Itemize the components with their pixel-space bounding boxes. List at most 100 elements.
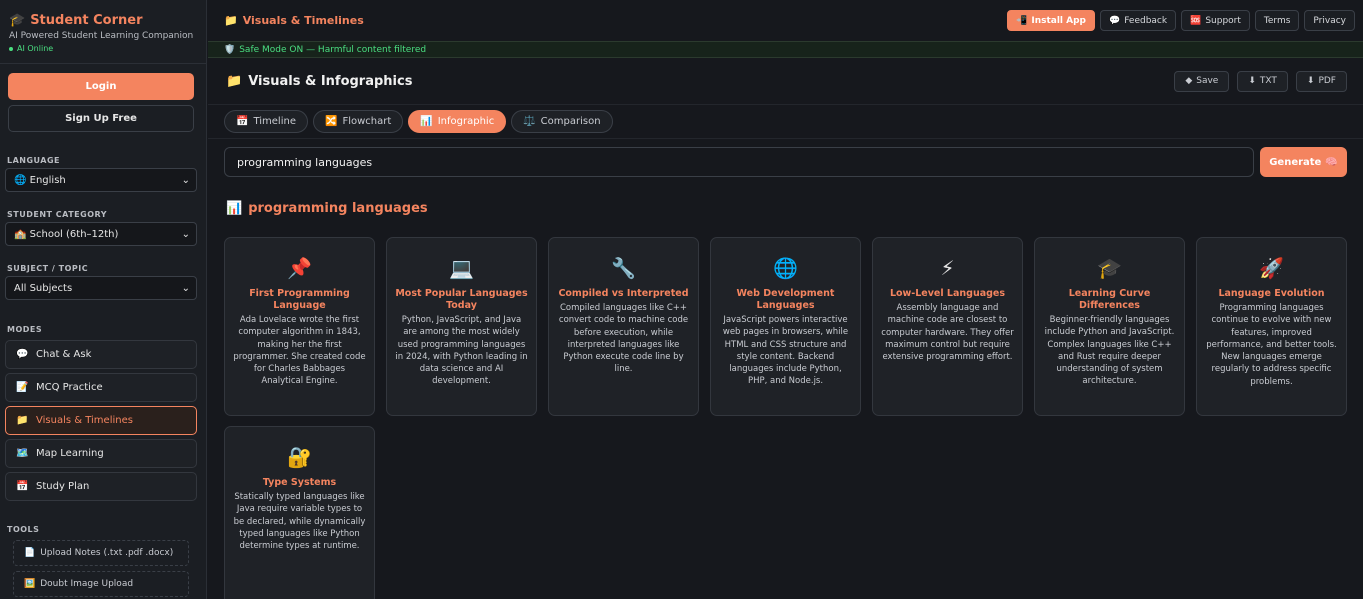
category-section: STUDENT CATEGORY 🏫 School (6th–12th) ⌄ [0, 210, 197, 246]
graduation-cap-icon: 🎓 [1097, 256, 1122, 280]
language-value: English [29, 174, 66, 186]
tab-infographic[interactable]: 📊 Infographic [408, 110, 507, 133]
card-description: Programming languages continue to evolve… [1206, 303, 1337, 387]
card-description: Ada Lovelace wrote the first computer al… [233, 315, 366, 387]
generate-button[interactable]: Generate 🧠 [1260, 147, 1347, 177]
phone-icon: 📲 [1016, 15, 1028, 26]
download-icon: ⬇ [1306, 76, 1315, 86]
lightning-icon: ⚡ [940, 256, 955, 280]
card-title: Language Evolution [1218, 288, 1325, 299]
shuffle-icon: 🔀 [324, 116, 338, 127]
generate-row: programming languages Generate 🧠 [208, 139, 1363, 185]
sidebar: 🎓 Student Corner AI Powered Student Lear… [0, 0, 207, 599]
export-txt-button[interactable]: ⬇ TXT [1237, 70, 1288, 92]
chevron-down-icon: ⌄ [181, 228, 190, 240]
visuals-header: 📁 Visuals & Infographics ◆ Save ⬇ TXT ⬇ … [208, 58, 1363, 105]
brand-title[interactable]: 🎓 Student Corner [9, 13, 197, 28]
feedback-button[interactable]: 💬 Feedback [1100, 10, 1177, 31]
mode-mcq[interactable]: 📝 MCQ Practice [5, 373, 197, 402]
mode-label: Visuals & Timelines [36, 415, 133, 426]
card-title: First Programming Language [249, 288, 350, 311]
infographic-cards: 📌 First Programming Language Ada Lovelac… [224, 237, 1347, 599]
tab-label: Flowchart [342, 116, 392, 127]
mode-label: MCQ Practice [36, 382, 103, 393]
pushpin-icon: 📌 [287, 256, 312, 280]
category-select[interactable]: 🏫 School (6th–12th) ⌄ [5, 222, 197, 246]
signup-button[interactable]: Sign Up Free [8, 105, 194, 132]
speech-icon: 💬 [1109, 15, 1121, 26]
tool-label: Doubt Image Upload [40, 579, 134, 589]
diamond-icon: ◆ [1185, 76, 1193, 86]
card-description: Compiled languages like C++ convert code… [558, 303, 689, 375]
upload-notes-button[interactable]: 📄 Upload Notes (.txt .pdf .docx) [13, 540, 189, 566]
memo-icon: 📝 [16, 382, 29, 393]
export-pdf-button[interactable]: ⬇ PDF [1295, 70, 1347, 92]
infographic-title: 📊 programming languages [226, 200, 1363, 216]
info-card: 💻 Most Popular Languages Today Python, J… [386, 237, 537, 416]
modes-section: MODES 💬 Chat & Ask 📝 MCQ Practice 📁 Visu… [0, 325, 197, 505]
subject-select[interactable]: All Subjects ⌄ [5, 276, 197, 300]
language-select[interactable]: 🌐 English ⌄ [5, 168, 197, 192]
lock-icon: 🔐 [287, 445, 312, 469]
topic-input[interactable]: programming languages [224, 147, 1254, 177]
bar-chart-icon: 📊 [420, 116, 433, 127]
mode-label: Study Plan [36, 481, 90, 492]
mode-map[interactable]: 🗺️ Map Learning [5, 439, 197, 468]
subject-label: SUBJECT / TOPIC [7, 264, 89, 273]
auth-section: Login Sign Up Free [0, 63, 206, 132]
support-button[interactable]: 🆘 Support [1181, 10, 1250, 31]
chevron-down-icon: ⌄ [181, 174, 190, 186]
support-label: Support [1205, 15, 1241, 26]
privacy-button[interactable]: Privacy [1304, 10, 1355, 31]
chevron-down-icon: ⌄ [181, 282, 190, 294]
doubt-image-upload-button[interactable]: 🖼️ Doubt Image Upload [13, 571, 189, 597]
tab-comparison[interactable]: ⚖️ Comparison [511, 110, 613, 133]
main-content: 📁 Visuals & Timelines 📲 Install App 💬 Fe… [208, 0, 1363, 599]
mode-label: Chat & Ask [36, 349, 92, 360]
card-title: Web Development Languages [736, 288, 835, 311]
install-app-button[interactable]: 📲 Install App [1007, 10, 1095, 31]
top-actions: 📲 Install App 💬 Feedback 🆘 Support Terms… [1007, 10, 1355, 31]
card-title: Low-Level Languages [889, 288, 1006, 299]
visual-type-tabs: 📅 Timeline 🔀 Flowchart 📊 Infographic ⚖️ … [208, 105, 1363, 139]
visuals-title-text: Visuals & Infographics [248, 73, 413, 89]
shield-icon: 🛡️ [224, 44, 236, 55]
card-description: Statically typed languages like Java req… [233, 492, 366, 552]
terms-button[interactable]: Terms [1254, 10, 1300, 31]
card-description: JavaScript powers interactive web pages … [722, 315, 849, 387]
visuals-title: 📁 Visuals & Infographics [226, 74, 412, 89]
language-label: LANGUAGE [7, 156, 61, 165]
tab-flowchart[interactable]: 🔀 Flowchart [312, 110, 404, 133]
info-card: ⚡ Low-Level Languages Assembly language … [872, 237, 1023, 416]
folder-icon: 📁 [224, 14, 238, 27]
tab-timeline[interactable]: 📅 Timeline [224, 110, 308, 133]
category-value-wrap: 🏫 School (6th–12th) [14, 229, 118, 240]
mode-label: Map Learning [36, 448, 104, 459]
laptop-icon: 💻 [449, 256, 474, 280]
globe-icon: 🌐 [773, 256, 798, 280]
info-card: 🎓 Learning Curve Differences Beginner-fr… [1034, 237, 1185, 416]
install-app-label: Install App [1031, 15, 1086, 26]
mode-visuals[interactable]: 📁 Visuals & Timelines [5, 406, 197, 435]
export-actions: ◆ Save ⬇ TXT ⬇ PDF [1174, 70, 1347, 92]
tab-label: Comparison [540, 116, 601, 127]
language-section: LANGUAGE 🌐 English ⌄ [0, 156, 197, 192]
tool-label: Upload Notes (.txt .pdf .docx) [40, 548, 174, 558]
rocket-icon: 🚀 [1259, 256, 1284, 280]
subject-section: SUBJECT / TOPIC All Subjects ⌄ [0, 264, 197, 300]
card-title: Type Systems [262, 477, 337, 488]
tools-section: TOOLS 📄 Upload Notes (.txt .pdf .docx) 🖼… [0, 525, 189, 599]
info-card: 🚀 Language Evolution Programming languag… [1196, 237, 1347, 416]
info-card: 📌 First Programming Language Ada Lovelac… [224, 237, 375, 416]
graduation-cap-icon: 🎓 [9, 13, 26, 28]
folder-icon: 📁 [226, 73, 243, 89]
subject-value: All Subjects [14, 282, 73, 294]
save-button[interactable]: ◆ Save [1174, 70, 1230, 92]
status-dot-icon [9, 46, 13, 51]
card-title: Learning Curve Differences [1068, 288, 1151, 311]
mode-chat[interactable]: 💬 Chat & Ask [5, 340, 197, 369]
mode-study-plan[interactable]: 📅 Study Plan [5, 472, 197, 501]
login-button[interactable]: Login [8, 73, 194, 100]
language-value-wrap: 🌐 English [14, 175, 66, 186]
scale-icon: ⚖️ [523, 116, 536, 127]
